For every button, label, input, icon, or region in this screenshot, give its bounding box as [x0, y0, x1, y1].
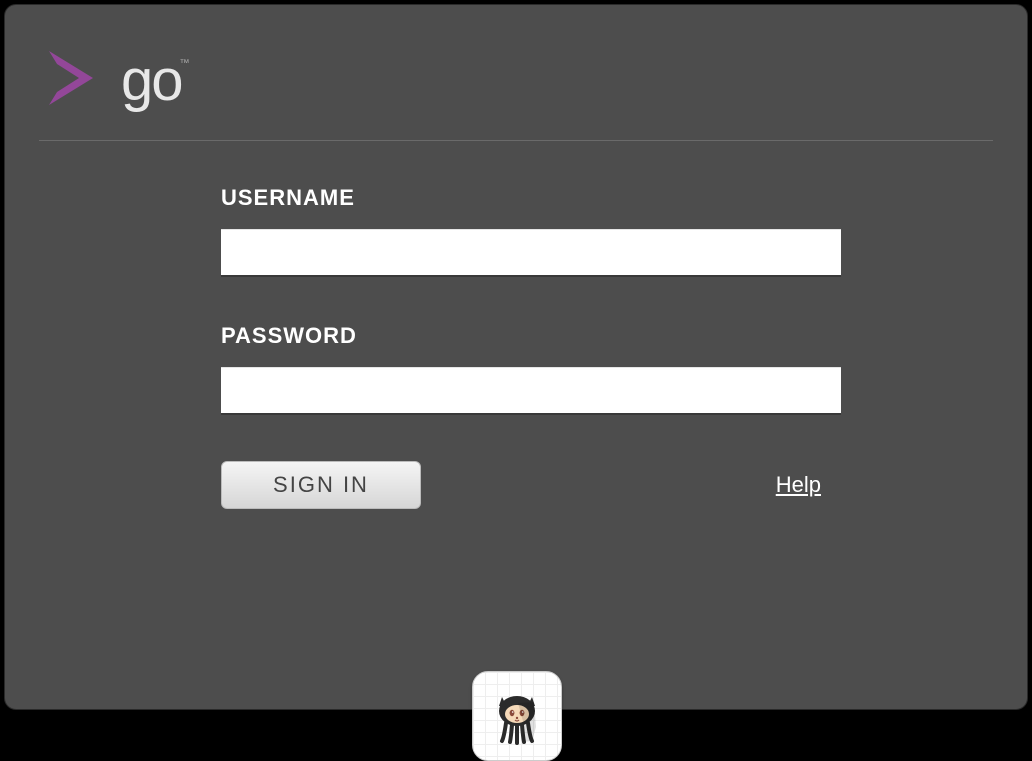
- password-input[interactable]: [221, 367, 841, 413]
- trademark-symbol: ™: [180, 58, 188, 69]
- login-form: USERNAME PASSWORD SIGN IN Help: [5, 141, 841, 509]
- brand-name: go™: [121, 47, 190, 114]
- go-play-icon: [39, 43, 103, 118]
- github-octocat-icon: [488, 687, 546, 745]
- username-label: USERNAME: [221, 185, 841, 211]
- password-label: PASSWORD: [221, 323, 841, 349]
- username-field-block: USERNAME: [221, 185, 841, 275]
- password-field-block: PASSWORD: [221, 323, 841, 413]
- username-input[interactable]: [221, 229, 841, 275]
- brand-logo: go™: [39, 43, 993, 118]
- login-panel: go™ USERNAME PASSWORD SIGN IN Help: [4, 4, 1028, 710]
- header: go™: [5, 5, 1027, 140]
- action-row: SIGN IN Help: [221, 461, 821, 509]
- signin-button[interactable]: SIGN IN: [221, 461, 421, 509]
- github-login-button[interactable]: [472, 671, 562, 761]
- oauth-providers: [5, 671, 1029, 761]
- help-link[interactable]: Help: [776, 472, 821, 498]
